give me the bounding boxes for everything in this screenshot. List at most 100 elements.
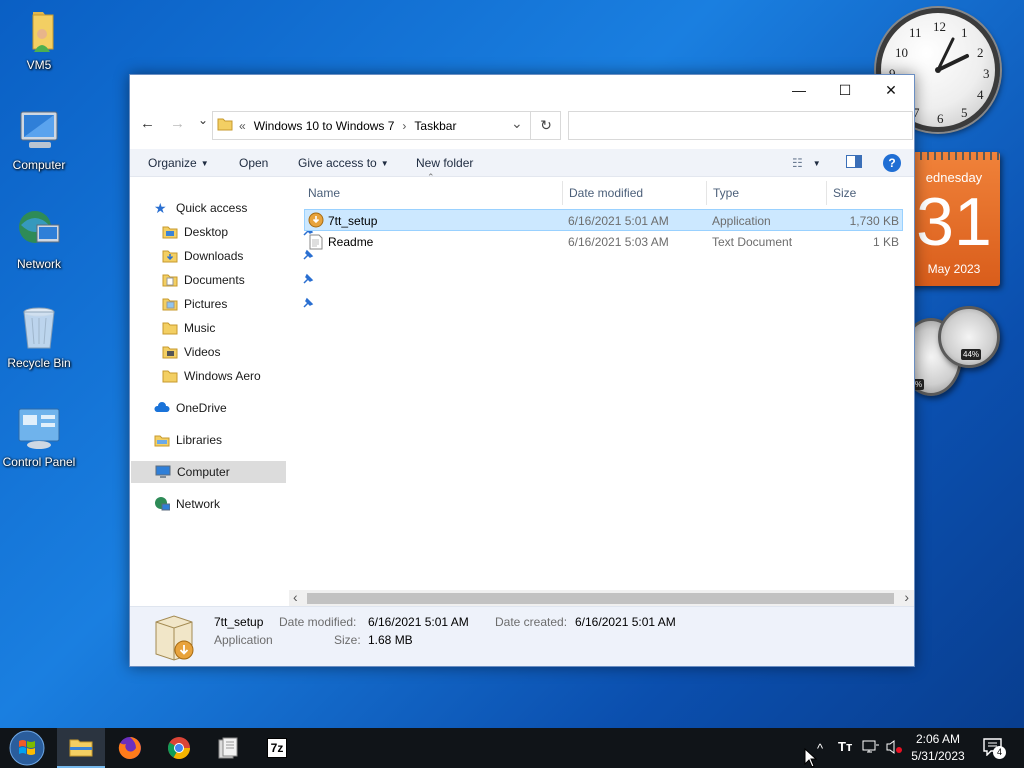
nav-label: Libraries — [176, 433, 223, 447]
volume-muted-icon[interactable] — [886, 739, 904, 758]
breadcrumb-item[interactable]: Windows 10 to Windows 7 — [254, 119, 395, 133]
nav-onedrive[interactable]: OneDrive — [154, 397, 310, 419]
back-button[interactable]: ← — [140, 115, 155, 132]
7zip-icon: 7z — [266, 738, 288, 758]
scroll-right-button[interactable]: › — [904, 589, 909, 605]
file-list: ⌃ Name Date modified Type Size 7tt_setup… — [301, 172, 914, 606]
preview-pane-button[interactable] — [846, 155, 862, 172]
breadcrumb-overflow[interactable]: « — [239, 119, 246, 133]
nav-libraries[interactable]: Libraries — [154, 429, 310, 451]
breadcrumb-item[interactable]: Taskbar — [414, 119, 456, 133]
preview-pane-icon — [846, 155, 862, 168]
nav-music[interactable]: Music — [162, 317, 318, 339]
desktop-icon-computer[interactable]: Computer — [0, 106, 78, 172]
chevron-down-icon: ▼ — [200, 159, 209, 168]
star-icon: ★ — [154, 200, 167, 216]
nav-label: Quick access — [176, 201, 248, 215]
desktop-icon-label: Control Panel — [2, 455, 76, 469]
forward-button[interactable]: → — [170, 115, 185, 132]
action-center-button[interactable]: 4 — [983, 738, 1006, 759]
ram-meter-label: 44% — [961, 349, 982, 360]
videos-folder-icon — [162, 344, 178, 360]
open-button[interactable]: Open — [239, 156, 268, 170]
new-folder-button[interactable]: New folder — [416, 156, 473, 170]
calendar-day: 31 — [916, 184, 992, 260]
file-row[interactable]: Readme 6/16/2021 5:03 AM Text Document 1… — [304, 231, 903, 253]
file-size: 1,730 KB — [849, 214, 899, 228]
computer-icon — [155, 464, 171, 480]
desktop-icon-recycle-bin[interactable]: Recycle Bin — [0, 304, 78, 370]
recent-locations-button[interactable]: ⌄ — [198, 113, 208, 127]
horizontal-scrollbar[interactable]: ‹ › — [289, 589, 914, 607]
desktop-icon-network[interactable]: Network — [0, 205, 78, 271]
breadcrumb-separator[interactable]: › — [402, 119, 406, 133]
help-button[interactable]: ? — [883, 154, 901, 172]
maximize-button[interactable]: ☐ — [822, 75, 868, 105]
desktop-icon-label: Recycle Bin — [7, 356, 71, 370]
input-indicator-icon[interactable]: Tт — [838, 739, 852, 754]
folder-icon — [162, 224, 178, 240]
file-date-modified: 6/16/2021 5:03 AM — [568, 235, 669, 249]
column-header-size[interactable]: Size — [833, 181, 903, 205]
close-button[interactable]: ✕ — [868, 75, 914, 105]
scroll-left-button[interactable]: ‹ — [293, 589, 298, 605]
installer-box-icon — [150, 612, 198, 665]
nav-windows-aero[interactable]: Windows Aero — [162, 365, 318, 387]
taskbar-7zip[interactable]: 7z — [253, 728, 301, 768]
nav-network[interactable]: Network — [154, 493, 310, 515]
file-date-modified: 6/16/2021 5:01 AM — [568, 214, 669, 228]
minimize-button[interactable]: — — [776, 75, 822, 105]
downloads-folder-icon — [162, 248, 178, 264]
taskbar-clock[interactable]: 2:06 AM 5/31/2023 — [905, 731, 971, 765]
nav-pictures[interactable]: Pictures — [162, 293, 318, 315]
nav-quick-access[interactable]: ★ Quick access — [154, 197, 310, 219]
calendar-gadget[interactable]: ednesday 31 May 2023 — [908, 152, 1000, 286]
control-panel-icon — [15, 403, 63, 451]
file-explorer-window[interactable]: — ☐ ✕ ← → ⌄ « Windows 10 to Windows 7 › … — [129, 74, 915, 667]
refresh-button[interactable]: ↻ — [530, 111, 561, 140]
organize-label: Organize — [148, 156, 197, 170]
calendar-day-of-week: ednesday — [925, 170, 983, 185]
column-divider — [706, 181, 707, 205]
notification-count: 4 — [993, 746, 1006, 759]
ram-meter-gadget[interactable]: 44% — [938, 306, 1000, 368]
column-header-type[interactable]: Type — [713, 181, 825, 205]
nav-computer[interactable]: Computer — [131, 461, 286, 483]
taskbar-file-explorer[interactable] — [57, 728, 105, 768]
address-bar[interactable]: « Windows 10 to Windows 7 › Taskbar ⌄ — [212, 111, 561, 140]
view-options-button[interactable]: ☷ ▼ — [792, 156, 821, 170]
column-header-date-modified[interactable]: Date modified — [569, 181, 705, 205]
network-status-icon[interactable] — [862, 739, 880, 758]
give-access-menu[interactable]: Give access to ▼ — [298, 156, 389, 170]
column-divider — [826, 181, 827, 205]
desktop-icon-control-panel[interactable]: Control Panel — [0, 403, 78, 469]
pictures-folder-icon — [162, 296, 178, 312]
nav-desktop[interactable]: Desktop — [162, 221, 318, 243]
file-name: Readme — [328, 235, 374, 249]
user-folder-icon — [15, 6, 63, 54]
details-size-label: Size: — [334, 633, 361, 647]
start-button[interactable] — [2, 728, 52, 768]
folder-icon — [162, 368, 178, 384]
nav-documents[interactable]: Documents — [162, 269, 318, 291]
address-dropdown-button[interactable]: ⌄ — [511, 115, 523, 132]
nav-videos[interactable]: Videos — [162, 341, 318, 363]
taskbar-chrome[interactable] — [155, 728, 203, 768]
nav-downloads[interactable]: Downloads — [162, 245, 318, 267]
navigation-pane: ★ Quick access Desktop Downloads Documen… — [130, 177, 314, 606]
libraries-icon — [154, 432, 170, 448]
folder-icon — [217, 117, 233, 134]
scroll-thumb[interactable] — [307, 593, 894, 604]
column-header-name[interactable]: Name — [308, 181, 562, 205]
details-date-created-value: 6/16/2021 5:01 AM — [575, 615, 676, 629]
search-input[interactable] — [568, 111, 913, 140]
organize-menu[interactable]: Organize ▼ — [148, 156, 209, 170]
taskbar-archive-tool[interactable] — [204, 728, 252, 768]
details-view-icon: ☷ — [792, 156, 803, 170]
file-row[interactable]: 7tt_setup 6/16/2021 5:01 AM Application … — [304, 209, 903, 231]
nav-label: Videos — [184, 345, 221, 359]
taskbar-firefox[interactable] — [106, 728, 154, 768]
details-date-modified-label: Date modified: — [279, 615, 357, 629]
desktop-icon-vm5[interactable]: VM5 — [0, 6, 78, 72]
details-date-modified-value: 6/16/2021 5:01 AM — [368, 615, 469, 629]
